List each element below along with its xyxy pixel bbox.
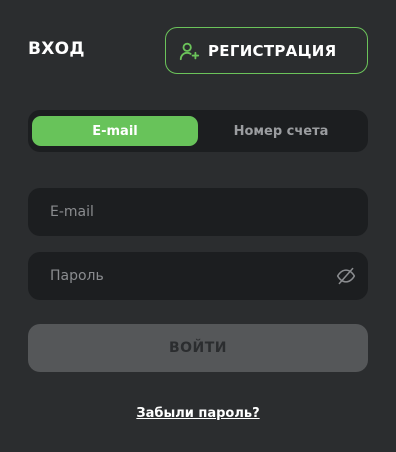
register-button[interactable]: РЕГИСТРАЦИЯ <box>165 27 368 74</box>
user-plus-icon <box>178 40 200 62</box>
forgot-password-link[interactable]: Забыли пароль? <box>0 406 396 421</box>
tab-account-number[interactable]: Номер счета <box>198 116 364 146</box>
login-title: ВХОД <box>28 39 85 59</box>
tab-email[interactable]: E-mail <box>32 116 198 146</box>
password-field-container <box>28 252 368 300</box>
password-input[interactable] <box>28 252 368 300</box>
auth-method-tabs: E-mail Номер счета <box>28 110 368 152</box>
login-submit-button[interactable]: ВОЙТИ <box>28 324 368 372</box>
email-input[interactable] <box>28 188 368 236</box>
email-field-container <box>28 188 368 236</box>
eye-slash-icon[interactable] <box>336 266 356 286</box>
register-label: РЕГИСТРАЦИЯ <box>208 41 337 60</box>
